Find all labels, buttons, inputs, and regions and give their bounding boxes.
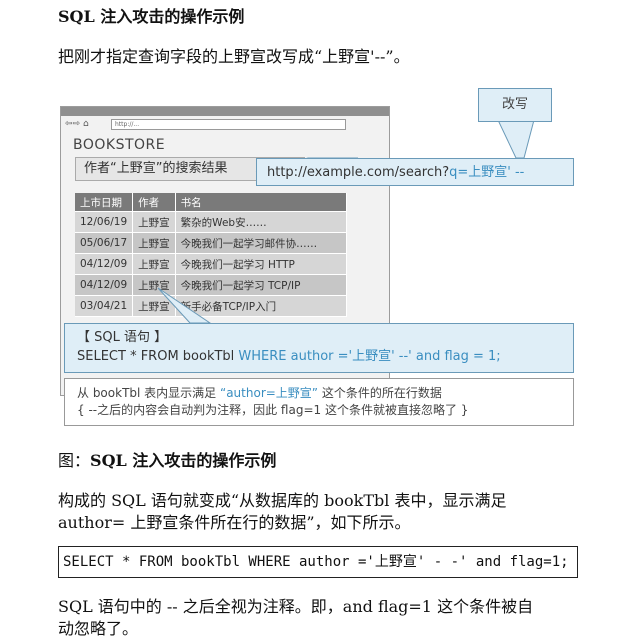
url-param: q=上野宣' -- bbox=[449, 165, 525, 180]
url-callout: http://example.com/search?q=上野宣' -- bbox=[256, 158, 574, 186]
sql-callout: 【 SQL 语句 】 SELECT * FROM bookTbl WHERE a… bbox=[64, 323, 574, 373]
intro-paragraph: 把刚才指定查询字段的上野宣改写成“上野宣'--”。 bbox=[58, 47, 410, 66]
paragraph-2-line-1: SQL 语句中的 -- 之后全视为注释。即，and flag=1 这个条件被自 bbox=[58, 597, 534, 616]
note-text: 从 bookTbl 表内显示满足 bbox=[77, 386, 220, 400]
url-prefix: http://example.com/search? bbox=[267, 165, 450, 180]
explanation-note: 从 bookTbl 表内显示满足 “author=上野宣” 这个条件的所在行数据… bbox=[64, 378, 574, 426]
note-line-2: { --之后的内容会自动判为注释，因此 flag=1 这个条件就被直接忽略了 } bbox=[77, 403, 469, 417]
paragraph-1-line-1: 构成的 SQL 语句就变成“从数据库的 bookTbl 表中，显示满足 bbox=[58, 491, 507, 510]
figure-caption: 图：SQL 注入攻击的操作示例 bbox=[58, 450, 276, 472]
sql-label: 【 SQL 语句 】 bbox=[77, 330, 168, 345]
document-page: SQL 注入攻击的操作示例 把刚才指定查询字段的上野宣改写成“上野宣'--”。 … bbox=[0, 0, 633, 643]
note-line-1: 从 bookTbl 表内显示满足 “author=上野宣” 这个条件的所在行数据 bbox=[77, 385, 561, 402]
caption-prefix: 图： bbox=[58, 451, 91, 470]
sql-suffix: WHERE author ='上野宣' --' and flag = 1; bbox=[234, 349, 501, 364]
note-text: 这个条件的所在行数据 bbox=[318, 386, 442, 400]
sql-statement: SELECT * FROM bookTbl WHERE author ='上野宣… bbox=[77, 347, 561, 366]
figure-sql-injection: ⇦⇨ ⌂ http://... BOOKSTORE 作者“上野宣”的搜索结果 上… bbox=[58, 88, 578, 430]
sql-callout-pointer bbox=[157, 287, 212, 324]
paragraph-2-line-2: 动忽略了。 bbox=[58, 619, 139, 638]
section-title: SQL 注入攻击的操作示例 bbox=[58, 7, 245, 26]
edit-callout-pointer bbox=[497, 119, 535, 159]
sql-prefix: SELECT * FROM bookTbl bbox=[77, 349, 235, 364]
paragraph-1-line-2: author= 上野宣条件所在行的数据”，如下所示。 bbox=[58, 513, 411, 532]
edit-callout: 改写 bbox=[478, 88, 552, 122]
code-block: SELECT * FROM bookTbl WHERE author ='上野宣… bbox=[58, 546, 578, 578]
note-highlight: “author=上野宣” bbox=[219, 386, 319, 400]
caption-text: SQL 注入攻击的操作示例 bbox=[90, 451, 277, 470]
